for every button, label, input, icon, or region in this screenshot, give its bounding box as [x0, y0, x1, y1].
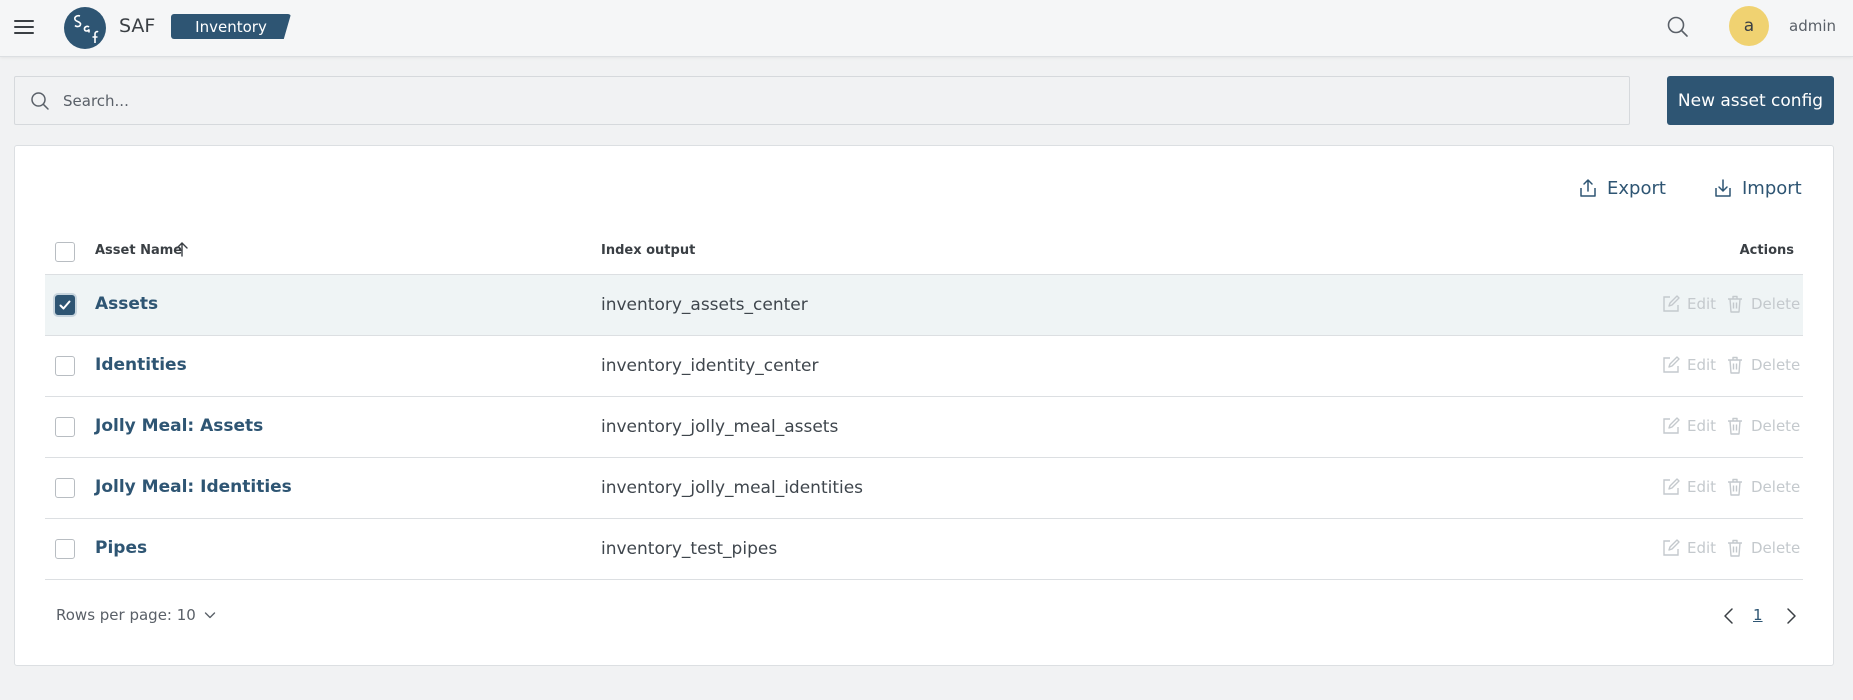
- column-header-index-output: Index output: [601, 243, 696, 258]
- username[interactable]: admin: [1789, 17, 1836, 35]
- user-avatar[interactable]: a: [1729, 6, 1769, 46]
- edit-label: Edit: [1687, 478, 1717, 496]
- edit-button[interactable]: Edit: [1661, 355, 1716, 375]
- edit-icon: [1661, 477, 1681, 497]
- delete-button[interactable]: Delete: [1725, 477, 1800, 497]
- asset-name-link[interactable]: Jolly Meal: Identities: [95, 477, 292, 497]
- edit-label: Edit: [1687, 356, 1717, 374]
- asset-config-table: Asset Name Index output Actions Assets i…: [45, 229, 1803, 580]
- table-row[interactable]: Jolly Meal: Assets inventory_jolly_meal_…: [45, 397, 1803, 458]
- edit-label: Edit: [1687, 417, 1717, 435]
- index-output: inventory_jolly_meal_assets: [601, 417, 839, 437]
- edit-button[interactable]: Edit: [1661, 477, 1716, 497]
- import-label: Import: [1742, 177, 1802, 199]
- table-row[interactable]: Identities inventory_identity_center Edi…: [45, 336, 1803, 397]
- page-number[interactable]: 1: [1753, 606, 1763, 624]
- edit-button[interactable]: Edit: [1661, 294, 1716, 314]
- column-header-asset-name[interactable]: Asset Name: [95, 243, 182, 258]
- column-header-actions: Actions: [1739, 243, 1794, 258]
- row-checkbox[interactable]: [55, 539, 75, 559]
- export-label: Export: [1607, 177, 1666, 199]
- edit-button[interactable]: Edit: [1661, 416, 1716, 436]
- edit-icon: [1661, 294, 1681, 314]
- index-output: inventory_jolly_meal_identities: [601, 478, 864, 498]
- import-icon: [1712, 177, 1734, 199]
- row-checkbox[interactable]: [55, 356, 75, 376]
- delete-label: Delete: [1751, 295, 1801, 313]
- index-output: inventory_assets_center: [601, 295, 808, 315]
- delete-button[interactable]: Delete: [1725, 355, 1800, 375]
- search-bar: [14, 76, 1630, 125]
- row-checkbox[interactable]: [55, 478, 75, 498]
- delete-label: Delete: [1751, 356, 1801, 374]
- delete-icon: [1725, 416, 1745, 436]
- index-output: inventory_identity_center: [601, 356, 819, 376]
- delete-icon: [1725, 477, 1745, 497]
- module-badge[interactable]: Inventory: [171, 14, 291, 39]
- asset-name-link[interactable]: Assets: [95, 294, 158, 314]
- select-all-checkbox[interactable]: [55, 242, 75, 262]
- delete-label: Delete: [1751, 417, 1801, 435]
- brand-name: SAF: [119, 15, 156, 37]
- import-button[interactable]: Import: [1712, 173, 1802, 203]
- delete-button[interactable]: Delete: [1725, 416, 1800, 436]
- search-icon: [29, 90, 51, 112]
- asset-name-link[interactable]: Pipes: [95, 538, 147, 558]
- delete-label: Delete: [1751, 478, 1801, 496]
- sort-ascending-icon[interactable]: [174, 240, 190, 258]
- edit-icon: [1661, 416, 1681, 436]
- delete-button[interactable]: Delete: [1725, 294, 1800, 314]
- menu-icon[interactable]: [12, 15, 36, 39]
- delete-label: Delete: [1751, 539, 1801, 557]
- rows-per-page-select[interactable]: Rows per page: 10: [56, 606, 218, 624]
- index-output: inventory_test_pipes: [601, 539, 778, 559]
- delete-button[interactable]: Delete: [1725, 538, 1800, 558]
- edit-label: Edit: [1687, 539, 1717, 557]
- delete-icon: [1725, 294, 1745, 314]
- app-logo[interactable]: [64, 7, 106, 49]
- chevron-right-icon[interactable]: [1781, 605, 1801, 627]
- export-icon: [1577, 177, 1599, 199]
- row-checkbox[interactable]: [55, 417, 75, 437]
- search-icon[interactable]: [1665, 14, 1691, 40]
- search-input[interactable]: [63, 77, 1603, 124]
- delete-icon: [1725, 538, 1745, 558]
- checkbox-check-icon: [59, 300, 71, 310]
- export-button[interactable]: Export: [1577, 173, 1666, 203]
- asset-name-link[interactable]: Identities: [95, 355, 187, 375]
- chevron-down-icon: [202, 607, 218, 623]
- new-asset-config-button[interactable]: New asset config: [1667, 76, 1834, 125]
- top-bar: SAF Inventory a admin: [0, 0, 1853, 57]
- table-header: Asset Name Index output Actions: [45, 229, 1803, 275]
- row-checkbox[interactable]: [55, 295, 75, 315]
- asset-name-link[interactable]: Jolly Meal: Assets: [95, 416, 263, 436]
- edit-button[interactable]: Edit: [1661, 538, 1716, 558]
- edit-icon: [1661, 538, 1681, 558]
- chevron-left-icon[interactable]: [1719, 605, 1739, 627]
- rows-per-page-label: Rows per page: 10: [56, 606, 196, 624]
- asset-config-card: Export Import Asset Name Index output Ac…: [14, 145, 1834, 666]
- edit-icon: [1661, 355, 1681, 375]
- edit-label: Edit: [1687, 295, 1717, 313]
- delete-icon: [1725, 355, 1745, 375]
- table-row[interactable]: Pipes inventory_test_pipes Edit Delete: [45, 519, 1803, 580]
- table-row[interactable]: Assets inventory_assets_center Edit Dele…: [45, 275, 1803, 336]
- table-row[interactable]: Jolly Meal: Identities inventory_jolly_m…: [45, 458, 1803, 519]
